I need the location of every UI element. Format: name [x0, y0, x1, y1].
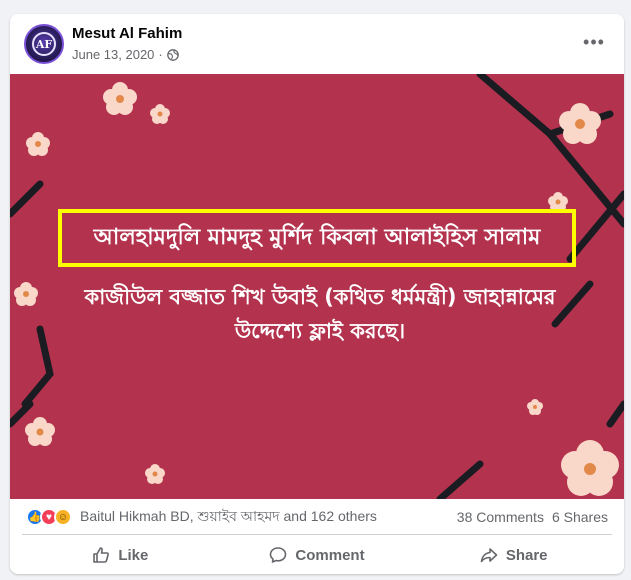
- reaction-stats: 👍 ♥ ☺ Baitul Hikmah BD, শুয়াইব আহমদ and…: [10, 500, 624, 534]
- reaction-summary[interactable]: 👍 ♥ ☺ Baitul Hikmah BD, শুয়াইব আহমদ and…: [26, 505, 457, 529]
- author-name[interactable]: Mesut Al Fahim: [72, 25, 182, 42]
- reaction-icons[interactable]: 👍 ♥ ☺: [26, 508, 72, 526]
- post-card: AF Mesut Al Fahim June 13, 2020 · ••• আল…: [10, 14, 624, 574]
- subtext-line-2: উদ্দেশ্যে ফ্লাই করছে।: [234, 319, 406, 343]
- post-actions: Like Comment Share: [22, 538, 612, 572]
- engagement-counts: 38 Comments 6 Shares: [457, 509, 608, 525]
- comment-button[interactable]: Comment: [219, 538, 416, 572]
- share-label: Share: [505, 546, 548, 564]
- meta-separator: ·: [158, 47, 163, 62]
- comments-count[interactable]: 38 Comments: [457, 509, 544, 525]
- post-meta: June 13, 2020 ·: [72, 47, 179, 62]
- reaction-names[interactable]: Baitul Hikmah BD, শুয়াইব আহমদ and 162 o…: [80, 505, 377, 529]
- comment-label: Comment: [295, 546, 365, 564]
- like-label: Like: [118, 546, 149, 564]
- share-arrow-icon: [480, 548, 498, 563]
- avatar-monogram: AF: [32, 32, 56, 56]
- share-button[interactable]: Share: [415, 538, 612, 572]
- haha-icon: ☺: [54, 508, 72, 526]
- thumbs-up-icon: [93, 547, 110, 563]
- shares-count[interactable]: 6 Shares: [552, 509, 608, 525]
- more-options-button[interactable]: •••: [576, 28, 612, 56]
- globe-icon[interactable]: [166, 48, 179, 61]
- post-header: AF Mesut Al Fahim June 13, 2020 · •••: [10, 14, 624, 74]
- divider: [22, 534, 612, 535]
- post-date[interactable]: June 13, 2020: [72, 47, 154, 62]
- like-button[interactable]: Like: [22, 538, 219, 572]
- highlighted-headline: আলহামদুলি মামদুহ মুর্শিদ কিবলা আলাইহিস স…: [58, 209, 576, 267]
- subtext-line-1: কাজীউল বজ্জাত শিখ উবাই (কথিত ধর্মমন্ত্রী…: [84, 285, 556, 309]
- image-subtext: কাজীউল বজ্জাত শিখ উবাই (কথিত ধর্মমন্ত্রী…: [40, 280, 600, 348]
- avatar[interactable]: AF: [24, 24, 64, 64]
- comment-bubble-icon: [270, 547, 287, 563]
- post-image[interactable]: আলহামদুলি মামদুহ মুর্শিদ কিবলা আলাইহিস স…: [10, 74, 624, 499]
